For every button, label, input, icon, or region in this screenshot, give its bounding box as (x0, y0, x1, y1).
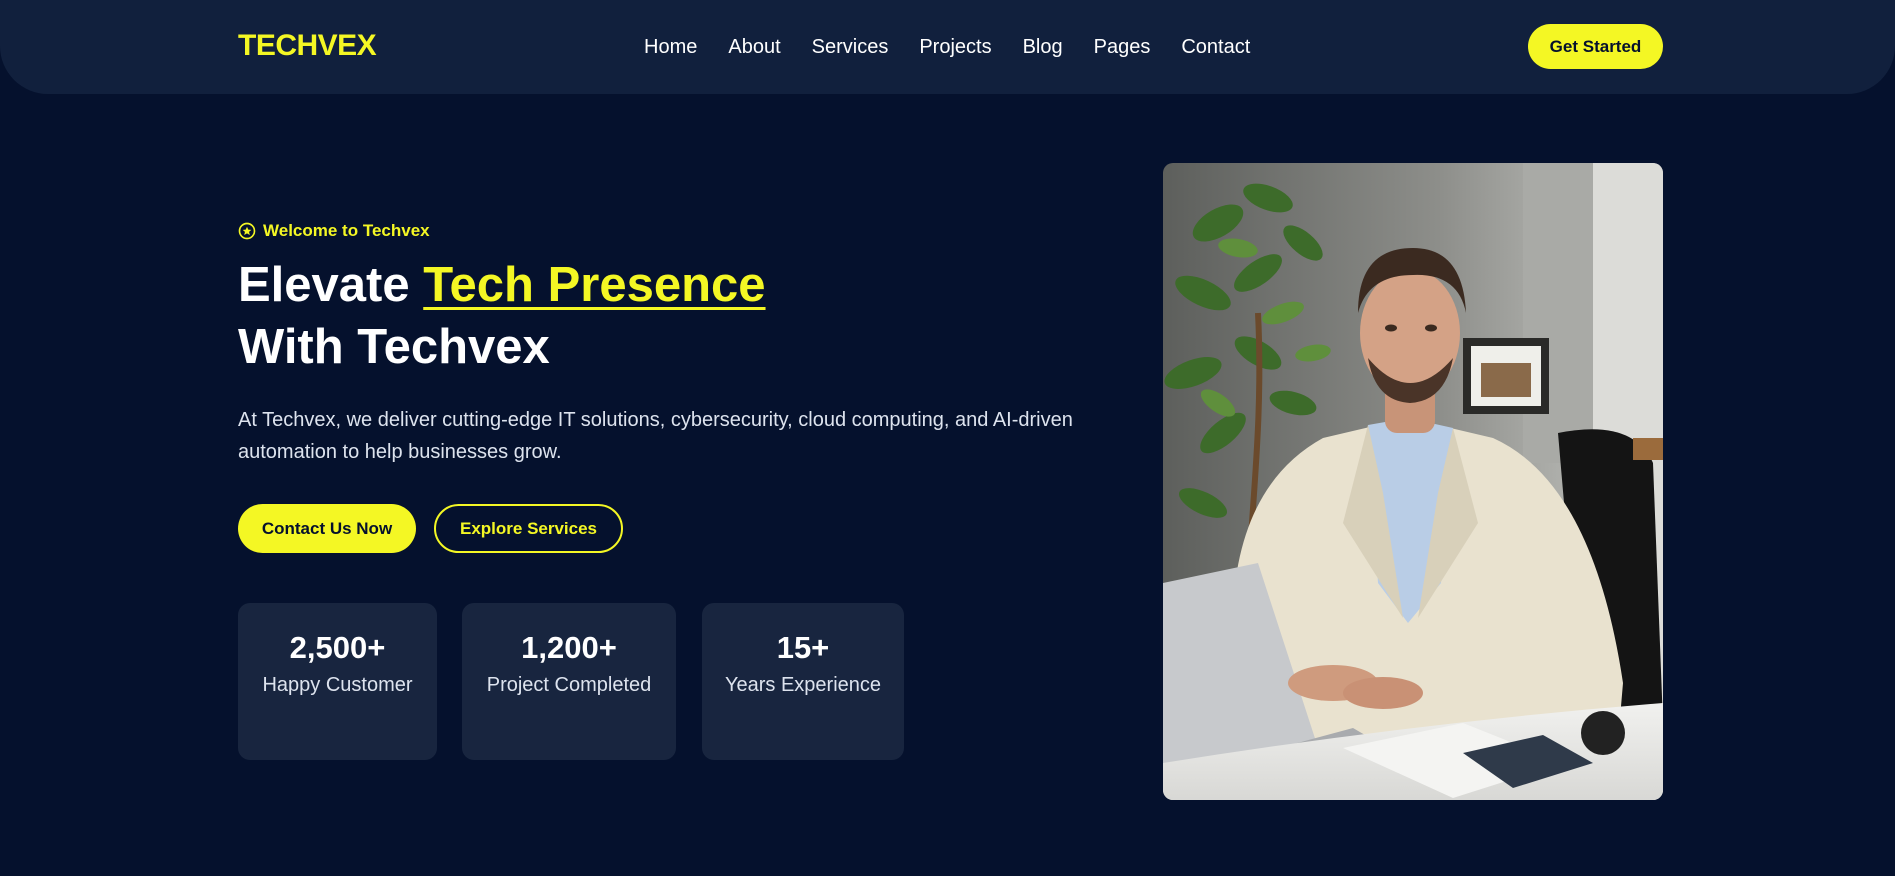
stat-value: 2,500+ (289, 630, 386, 665)
contact-us-button[interactable]: Contact Us Now (238, 504, 416, 553)
stat-label: Happy Customer (262, 674, 413, 696)
logo[interactable]: TECHVEX (238, 29, 377, 63)
hero-title: Elevate Tech Presence With Techvex (238, 254, 766, 378)
nav-item-blog[interactable]: Blog (1023, 36, 1063, 59)
get-started-button[interactable]: Get Started (1528, 24, 1663, 69)
nav-item-contact[interactable]: Contact (1181, 36, 1250, 59)
hero-description: At Techvex, we deliver cutting-edge IT s… (238, 409, 1073, 463)
hero-tagline: Welcome to Techvex (238, 221, 430, 241)
stat-card-projects: 1,200+ Project Completed (462, 603, 676, 760)
hero-image (1163, 163, 1663, 800)
stat-value: 1,200+ (521, 630, 617, 665)
site-header: TECHVEX Home About Services Projects Blo… (0, 0, 1895, 94)
nav-item-services[interactable]: Services (812, 36, 889, 59)
nav-item-about[interactable]: About (728, 36, 780, 59)
stat-label: Years Experience (724, 674, 882, 696)
hero-title-part1: Elevate (238, 258, 424, 312)
hero-title-line2: With Techvex (238, 320, 550, 374)
hero-title-highlight: Tech Presence (423, 258, 766, 312)
stat-card-customers: 2,500+ Happy Customer (238, 603, 437, 760)
explore-services-button[interactable]: Explore Services (434, 504, 623, 553)
nav-item-pages[interactable]: Pages (1094, 36, 1151, 59)
main-nav: Home About Services Projects Blog Pages … (644, 36, 1250, 59)
nav-item-projects[interactable]: Projects (919, 36, 991, 59)
stat-value: 15+ (776, 630, 830, 665)
tagline-text: Welcome to Techvex (263, 221, 430, 240)
stat-label: Project Completed (486, 674, 652, 696)
businessman-photo (1163, 163, 1663, 800)
star-badge-icon (238, 222, 256, 240)
stat-card-experience: 15+ Years Experience (702, 603, 904, 760)
nav-item-home[interactable]: Home (644, 36, 697, 59)
